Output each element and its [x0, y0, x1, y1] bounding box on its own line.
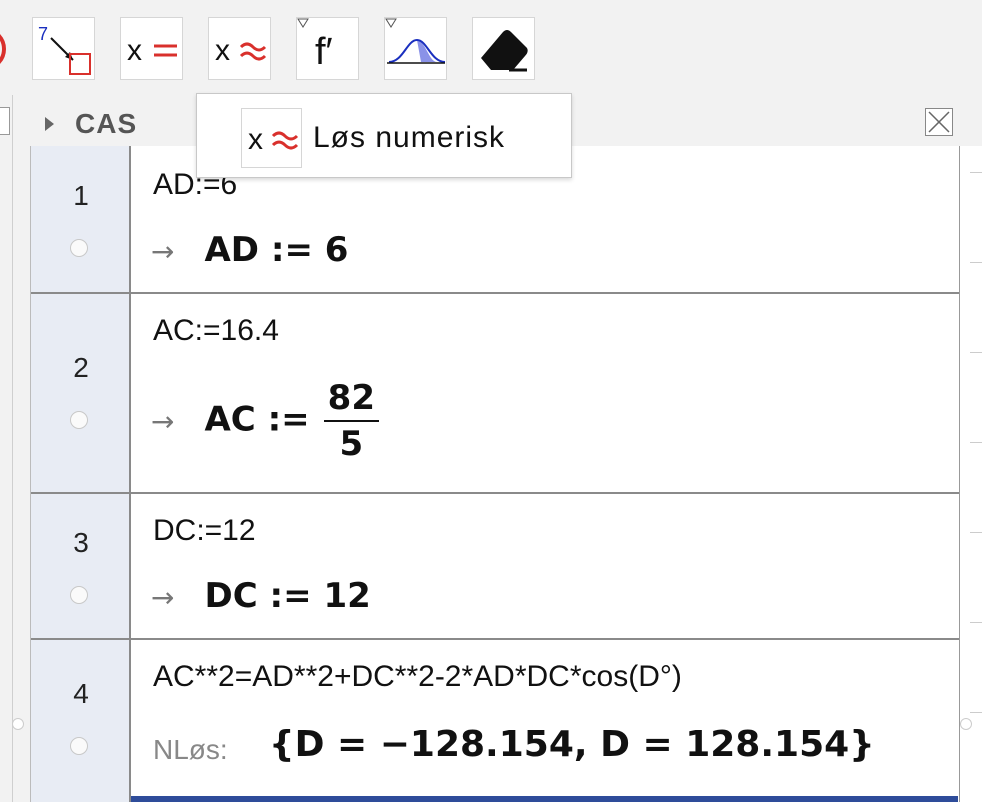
output-lhs: AD: [204, 230, 260, 270]
axis-tick: [970, 262, 982, 263]
cas-input[interactable]: AC**2=AD**2+DC**2-2*AD*DC*cos(D°): [153, 660, 682, 694]
x-approx-icon: x: [248, 123, 299, 156]
cas-row-2[interactable]: 2 AC:=16.4 → AC := 82 5: [31, 294, 959, 494]
output-lhs: AC: [204, 399, 256, 440]
probability-tool[interactable]: [384, 17, 447, 80]
row-number: 2: [73, 352, 89, 383]
solve-tool[interactable]: x: [120, 17, 183, 80]
solve-numerically-tool[interactable]: x: [208, 17, 271, 80]
row-number-cell[interactable]: 4: [31, 640, 131, 802]
cas-output: → AC := 82 5: [151, 376, 379, 466]
output-rhs: 12: [323, 576, 371, 616]
cas-input[interactable]: AC:=16.4: [153, 314, 279, 348]
dropdown-triangle-icon: [297, 18, 309, 28]
active-row-indicator: [131, 796, 958, 802]
output-fraction: 82 5: [323, 376, 379, 466]
toolbar: 7 x x f′: [0, 0, 982, 95]
slope-icon: 7: [38, 24, 91, 75]
close-icon: [928, 111, 950, 133]
output-arrow: →: [151, 404, 175, 438]
fraction-numerator: 82: [323, 376, 379, 422]
row-visibility-toggle[interactable]: [70, 737, 88, 755]
collapse-triangle-icon[interactable]: [45, 117, 54, 131]
tooltip-label: Løs numerisk: [313, 121, 506, 154]
cas-title: CAS: [75, 108, 138, 139]
solve-numerically-tooltip-icon: x: [241, 108, 302, 168]
axis-tick: [970, 442, 982, 443]
cas-row-3[interactable]: 3 DC:=12 → DC := 12: [31, 494, 959, 640]
row-number: 4: [73, 678, 89, 709]
cas-close-button[interactable]: [925, 108, 953, 136]
cas-row-4[interactable]: 4 AC**2=AD**2+DC**2-2*AD*DC*cos(D°) NLøs…: [31, 640, 959, 802]
tooltip-icon-label: x: [248, 123, 263, 156]
eraser-icon: [481, 30, 528, 72]
cas-input[interactable]: DC:=12: [153, 514, 256, 548]
x-equals-icon: x: [127, 34, 177, 67]
row-number-cell[interactable]: 2: [31, 294, 131, 492]
cas-view: 1 AD:=6 → AD := 6 2 AC:=16.4 → AC := 82 5 3 …: [30, 146, 960, 802]
left-panel-edge: [0, 95, 13, 802]
relation-icon[interactable]: [0, 27, 8, 71]
fraction-denominator: 5: [339, 424, 364, 464]
row-number: 3: [73, 527, 89, 558]
tool-tooltip: x Løs numerisk: [196, 93, 572, 178]
output-arrow: →: [151, 235, 175, 268]
right-scroll-indicator[interactable]: [960, 718, 972, 730]
slope-icon-label: 7: [38, 24, 48, 44]
cas-output: → AD := 6: [151, 230, 348, 270]
row-visibility-toggle[interactable]: [70, 586, 88, 604]
nlos-label: NLøs:: [153, 734, 228, 765]
output-arrow: →: [151, 581, 175, 614]
left-scroll-indicator[interactable]: [12, 718, 24, 730]
solve-tool-label: x: [127, 34, 142, 67]
axis-tick: [970, 532, 982, 533]
right-panel-edge: [960, 146, 982, 802]
nlos-output: {D = −128.154, D = 128.154}: [269, 724, 875, 765]
derivative-tool[interactable]: f′: [296, 17, 359, 80]
row-visibility-toggle[interactable]: [70, 239, 88, 257]
dropdown-triangle-icon: [385, 18, 397, 28]
axis-tick: [970, 172, 982, 173]
solve-numerically-tool-label: x: [215, 34, 230, 67]
row-number: 1: [73, 180, 89, 211]
output-operator: :=: [269, 576, 312, 616]
row-number-cell[interactable]: 1: [31, 146, 131, 292]
output-operator: :=: [270, 230, 313, 270]
axis-tick: [970, 712, 982, 713]
cas-output: → DC := 12: [151, 576, 371, 616]
axis-tick: [970, 352, 982, 353]
slope-tool[interactable]: 7: [32, 17, 95, 80]
axis-tick: [970, 622, 982, 623]
output-operator: :=: [267, 399, 310, 440]
left-panel-close-button[interactable]: [0, 107, 10, 135]
output-lhs: DC: [204, 576, 258, 616]
delete-tool[interactable]: [472, 17, 535, 80]
row-visibility-toggle[interactable]: [70, 411, 88, 429]
row-number-cell[interactable]: 3: [31, 494, 131, 638]
output-rhs: 6: [324, 230, 349, 270]
derivative-tool-label: f′: [315, 31, 333, 73]
x-approx-icon: x: [215, 34, 267, 67]
